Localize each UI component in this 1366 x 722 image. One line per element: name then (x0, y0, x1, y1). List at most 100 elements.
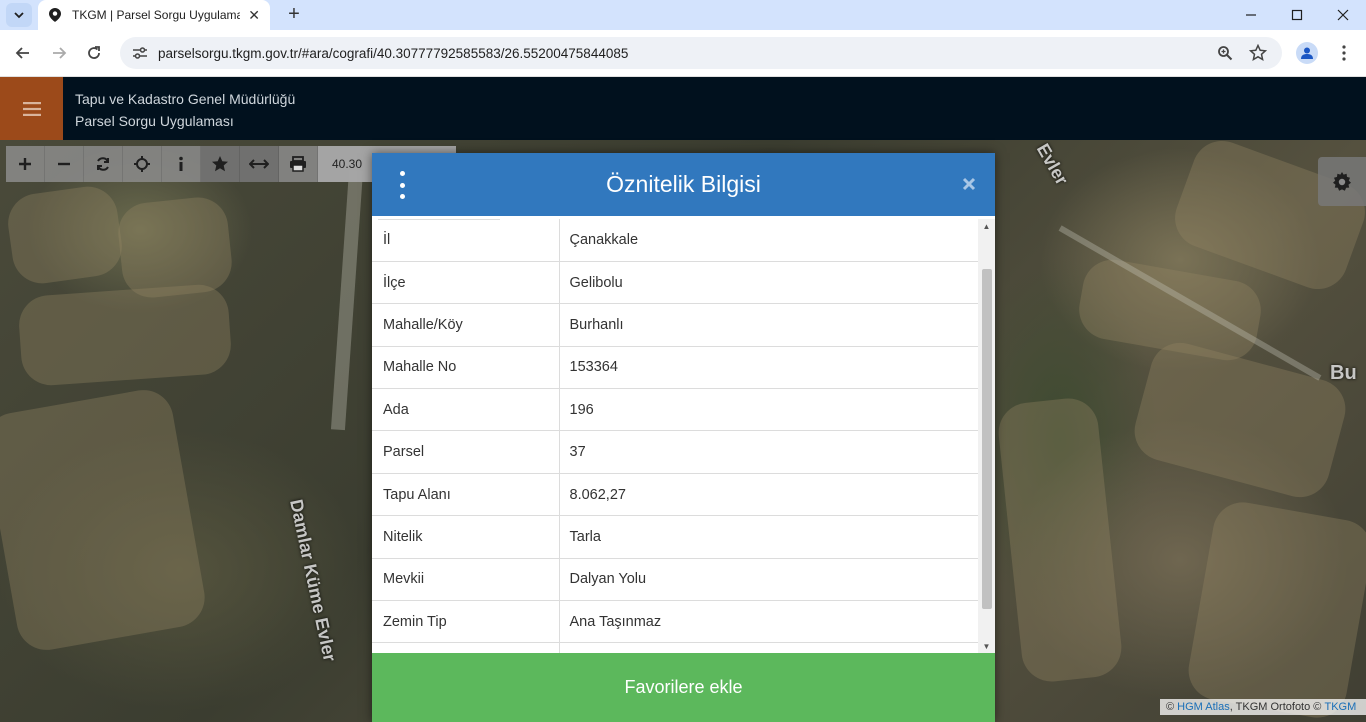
close-icon (1337, 9, 1349, 21)
tkgm-link[interactable]: TKGM (1324, 701, 1356, 713)
info-icon (179, 156, 183, 171)
scroll-thumb[interactable] (982, 269, 992, 609)
attr-value (559, 642, 978, 653)
attribution-prefix: © (1166, 701, 1175, 713)
table-row (372, 642, 978, 653)
bookmark-star-icon[interactable] (1248, 43, 1268, 63)
minus-icon (58, 162, 70, 166)
browser-tabstrip: TKGM | Parsel Sorgu Uygulaması ✕ + (0, 0, 1366, 30)
arrows-horizontal-icon (249, 159, 269, 169)
table-row: İlçe Gelibolu (372, 261, 978, 305)
maximize-button[interactable] (1274, 0, 1320, 30)
map-attribution: © HGM Atlas, TKGM Ortofoto © TKGM (1160, 699, 1366, 715)
browser-tab[interactable]: TKGM | Parsel Sorgu Uygulaması ✕ (38, 0, 270, 30)
locate-button[interactable] (123, 146, 162, 182)
star-icon (212, 156, 228, 172)
tab-close-icon[interactable]: ✕ (248, 7, 260, 24)
table-row: Mahalle/Köy Burhanlı (372, 303, 978, 347)
map-field (115, 194, 235, 301)
maximize-icon (1291, 9, 1303, 21)
new-tab-button[interactable]: + (282, 2, 306, 26)
browser-toolbar: parselsorgu.tkgm.gov.tr/#ara/cografi/40.… (0, 30, 1366, 77)
tab-title: TKGM | Parsel Sorgu Uygulaması (72, 8, 240, 22)
profile-avatar[interactable] (1296, 42, 1318, 64)
attr-value: Tarla (559, 515, 978, 559)
hamburger-icon (22, 101, 41, 116)
attr-value: 196 (559, 388, 978, 432)
table-row: Mevkii Dalyan Yolu (372, 558, 978, 602)
map-field (995, 395, 1125, 685)
refresh-icon (97, 157, 109, 171)
attr-key: Mahalle/Köy (372, 303, 560, 347)
browser-menu-button[interactable] (1334, 42, 1354, 64)
measure-button[interactable] (240, 146, 279, 182)
attr-key: Zemin Tip (372, 600, 560, 644)
favorites-button[interactable] (201, 146, 240, 182)
close-icon (962, 177, 976, 191)
window-close-button[interactable] (1320, 0, 1366, 30)
attr-key (372, 642, 560, 653)
info-button[interactable] (162, 146, 201, 182)
attr-key: Ada (372, 388, 560, 432)
attr-key: İlçe (372, 261, 560, 305)
menu-button[interactable] (0, 77, 63, 140)
modal-title: Öznitelik Bilgisi (606, 171, 761, 197)
reload-button[interactable] (79, 38, 109, 68)
attr-value: Gelibolu (559, 261, 978, 305)
table-scrollbar[interactable]: ▲ ▼ (978, 219, 995, 653)
table-row: Zemin Tip Ana Taşınmaz (372, 600, 978, 644)
address-bar[interactable]: parselsorgu.tkgm.gov.tr/#ara/cografi/40.… (120, 37, 1282, 69)
attr-key: Mahalle No (372, 346, 560, 390)
map-road (330, 169, 364, 431)
attr-value: Çanakkale (559, 219, 978, 262)
table-row: Mahalle No 153364 (372, 346, 978, 390)
app-title-line2: Parsel Sorgu Uygulaması (75, 113, 234, 129)
map-road-label: Damlar Küme Evler (286, 497, 340, 664)
print-icon (290, 156, 306, 172)
arrow-right-icon (53, 47, 67, 59)
table-row: Ada 196 (372, 388, 978, 432)
crosshair-icon (134, 156, 150, 172)
back-button[interactable] (8, 38, 38, 68)
map-field (4, 182, 126, 288)
plus-icon (19, 158, 31, 170)
zoom-in-button[interactable] (6, 146, 45, 182)
map-field (1183, 497, 1366, 722)
location-pin-icon (48, 8, 62, 22)
more-vertical-icon (1342, 45, 1346, 61)
table-row: Parsel 37 (372, 430, 978, 474)
scroll-up-arrow-icon[interactable]: ▲ (978, 219, 995, 233)
zoom-out-button[interactable] (45, 146, 84, 182)
minimize-button[interactable] (1228, 0, 1274, 30)
reload-icon (88, 46, 100, 59)
refresh-map-button[interactable] (84, 146, 123, 182)
map-field (0, 385, 210, 655)
forward-button[interactable] (44, 38, 74, 68)
app-header: Tapu ve Kadastro Genel Müdürlüğü Parsel … (0, 77, 1366, 140)
attr-key: Nitelik (372, 515, 560, 559)
attribute-table: İl Çanakkale İlçe Gelibolu Mahalle/Köy Burh… (372, 219, 978, 653)
settings-button[interactable] (1318, 157, 1366, 206)
site-settings-icon[interactable] (132, 45, 148, 61)
hgm-atlas-link[interactable]: HGM Atlas (1177, 701, 1230, 713)
attribute-info-modal: Öznitelik Bilgisi İl Çanakkale İlçe Gelibo… (372, 153, 995, 722)
modal-menu-button[interactable] (392, 171, 412, 199)
attr-key: Mevkii (372, 558, 560, 602)
attr-key: İl (372, 219, 560, 262)
scroll-down-arrow-icon[interactable]: ▼ (978, 639, 995, 653)
modal-close-button[interactable] (958, 173, 980, 195)
attr-key: Tapu Alanı (372, 473, 560, 517)
url-text[interactable]: parselsorgu.tkgm.gov.tr/#ara/cografi/40.… (158, 46, 628, 61)
map-place-label: Evler (1032, 140, 1073, 189)
tab-search-button[interactable] (6, 3, 32, 27)
add-to-favorites-button[interactable]: Favorilere ekle (372, 653, 995, 722)
table-row: Nitelik Tarla (372, 515, 978, 559)
attr-value: 8.062,27 (559, 473, 978, 517)
minimize-icon (1246, 14, 1256, 16)
zoom-icon[interactable] (1215, 43, 1235, 63)
modal-header: Öznitelik Bilgisi (372, 153, 995, 216)
map-place-label: Bu (1330, 362, 1357, 384)
print-button[interactable] (279, 146, 318, 182)
map-field (17, 282, 233, 388)
app-title: Tapu ve Kadastro Genel Müdürlüğü Parsel … (75, 88, 295, 132)
